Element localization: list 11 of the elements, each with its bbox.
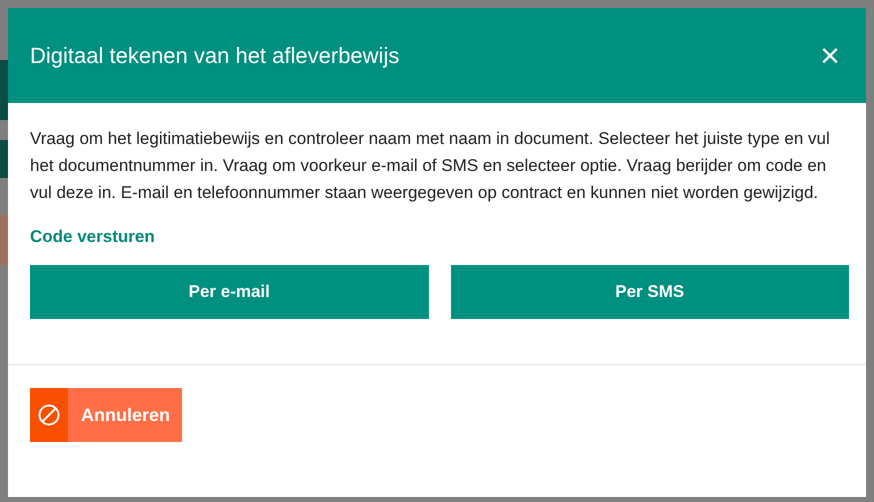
prohibited-icon: [38, 404, 60, 426]
background-panel: [0, 60, 8, 120]
send-button[interactable]: Per e-mail: [30, 265, 428, 319]
send-button[interactable]: Per SMS: [450, 265, 849, 319]
cancel-button[interactable]: Annuleren: [30, 388, 182, 442]
background-panel: [0, 215, 8, 265]
close-button[interactable]: ×: [816, 38, 844, 72]
background-panel: [0, 140, 8, 178]
instruction-text: Vraag om het legitimatiebewijs en controleer naam met naam in document. Selecteer het juiste type en vul het documentnummer in. Vraag om voorkeur e-mail of SMS en selecteer optie. Vraag berijder om code en vul deze in. E-mail en telefoonnummer staan weergegeven op contract en kunnen niet worden gewijzigd.: [30, 128, 831, 204]
section-title: Code versturen: [30, 227, 156, 247]
dialog-title: Digitaal tekenen van het afleverbewijs: [30, 42, 400, 68]
